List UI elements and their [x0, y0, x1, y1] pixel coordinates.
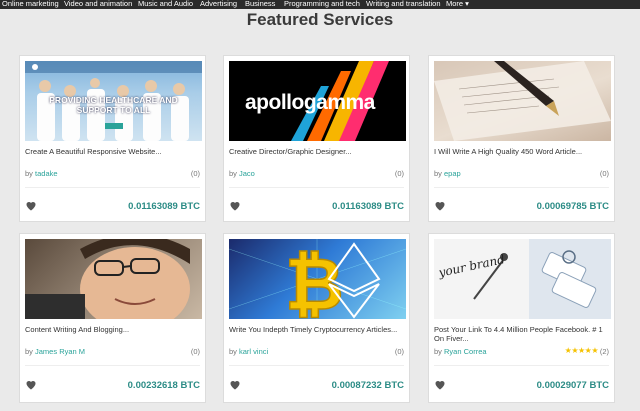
- service-card[interactable]: PROVIDING HEALTHCARE AND SUPPORT TO ALL …: [19, 55, 206, 222]
- heart-icon[interactable]: [434, 200, 446, 212]
- seller-line: by James Ryan M: [25, 347, 85, 356]
- price: 0.01163089 BTC: [332, 201, 404, 212]
- service-title[interactable]: Write You Indepth Timely Cryptocurrency …: [229, 325, 409, 334]
- divider: [25, 187, 200, 188]
- brand-logo-text: apollogamma: [245, 91, 375, 114]
- divider: [25, 365, 200, 366]
- service-thumbnail[interactable]: apollogamma: [229, 61, 406, 141]
- divider: [229, 365, 404, 366]
- divider: [434, 365, 609, 366]
- nav-item-more[interactable]: More ▾: [446, 0, 469, 8]
- divider: [434, 187, 609, 188]
- review-count: (0): [190, 169, 200, 178]
- seller-link[interactable]: Jaco: [239, 169, 255, 178]
- review-count: (0): [394, 169, 404, 178]
- by-label: by: [25, 169, 33, 178]
- seller-line: by Ryan Correa: [434, 347, 487, 356]
- top-nav: Online marketing Video and animation Mus…: [0, 0, 640, 9]
- nav-item-programming-tech[interactable]: Programming and tech: [284, 0, 360, 8]
- by-label: by: [434, 347, 442, 356]
- service-card[interactable]: Content Writing And Blogging... by James…: [19, 233, 206, 403]
- seller-line: by Jaco: [229, 169, 255, 178]
- service-thumbnail[interactable]: your brand: [434, 239, 611, 319]
- review-count: (0): [394, 347, 404, 356]
- seller-link[interactable]: tadake: [35, 169, 58, 178]
- review-count: (2): [599, 347, 609, 356]
- nav-item-advertising[interactable]: Advertising: [200, 0, 237, 8]
- service-thumbnail[interactable]: [434, 61, 611, 141]
- section-title: Featured Services: [246, 10, 394, 29]
- heart-icon[interactable]: [229, 200, 241, 212]
- nav-item-writing-translation[interactable]: Writing and translation: [366, 0, 440, 8]
- by-label: by: [25, 347, 33, 356]
- review-count: (0): [190, 347, 200, 356]
- service-title[interactable]: Post Your Link To 4.4 Million People Fac…: [434, 325, 614, 343]
- by-label: by: [229, 347, 237, 356]
- divider: [229, 187, 404, 188]
- seller-line: by tadake: [25, 169, 58, 178]
- seller-link[interactable]: Ryan Correa: [444, 347, 487, 356]
- portrait-image: [25, 239, 190, 319]
- price: 0.00029077 BTC: [536, 380, 609, 391]
- service-title[interactable]: Create A Beautiful Responsive Website...: [25, 147, 205, 156]
- nav-item-online-marketing[interactable]: Online marketing: [2, 0, 59, 8]
- thumbnail-headline: PROVIDING HEALTHCARE AND SUPPORT TO ALL: [49, 95, 178, 115]
- service-card[interactable]: ₿ Write You Indepth Timely Cryptocurrenc…: [223, 233, 410, 403]
- seller-line: by karl vinci: [229, 347, 268, 356]
- service-thumbnail[interactable]: ₿: [229, 239, 406, 319]
- nav-item-business[interactable]: Business: [245, 0, 275, 8]
- review-count: (0): [599, 169, 609, 178]
- by-label: by: [229, 169, 237, 178]
- heart-icon[interactable]: [434, 379, 446, 391]
- price: 0.01163089 BTC: [128, 201, 200, 212]
- nav-item-video-animation[interactable]: Video and animation: [64, 0, 132, 8]
- heart-icon[interactable]: [25, 200, 37, 212]
- link-sketch-image: [473, 239, 611, 319]
- price: 0.00069785 BTC: [536, 201, 609, 212]
- service-thumbnail[interactable]: [25, 239, 202, 319]
- price: 0.00232618 BTC: [127, 380, 200, 391]
- seller-line: by epap: [434, 169, 461, 178]
- service-card[interactable]: apollogamma Creative Director/Graphic De…: [223, 55, 410, 222]
- service-thumbnail[interactable]: PROVIDING HEALTHCARE AND SUPPORT TO ALL: [25, 61, 202, 141]
- price: 0.00087232 BTC: [331, 380, 404, 391]
- seller-link[interactable]: James Ryan M: [35, 347, 85, 356]
- service-title[interactable]: Creative Director/Graphic Designer...: [229, 147, 409, 156]
- service-title[interactable]: Content Writing And Blogging...: [25, 325, 205, 334]
- crypto-image: ₿: [229, 239, 406, 319]
- heart-icon[interactable]: [229, 379, 241, 391]
- seller-link[interactable]: karl vinci: [239, 347, 268, 356]
- heart-icon[interactable]: [25, 379, 37, 391]
- seller-link[interactable]: epap: [444, 169, 461, 178]
- rating-stars: ★★★★★: [564, 346, 599, 355]
- service-card[interactable]: I Will Write A High Quality 450 Word Art…: [428, 55, 615, 222]
- pen-paper-image: [434, 61, 611, 141]
- service-card[interactable]: your brand Post Your Link To 4.4 Million…: [428, 233, 615, 403]
- by-label: by: [434, 169, 442, 178]
- nav-item-music-audio[interactable]: Music and Audio: [138, 0, 193, 8]
- service-title[interactable]: I Will Write A High Quality 450 Word Art…: [434, 147, 614, 156]
